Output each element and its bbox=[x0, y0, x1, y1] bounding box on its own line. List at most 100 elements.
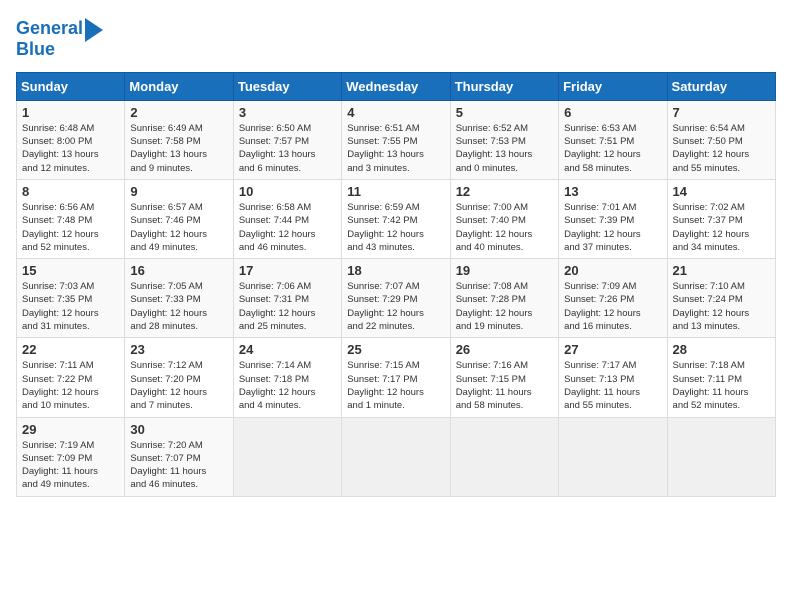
day-number: 3 bbox=[239, 105, 336, 120]
day-number: 18 bbox=[347, 263, 444, 278]
day-info: Sunrise: 6:56 AM Sunset: 7:48 PM Dayligh… bbox=[22, 201, 119, 254]
day-info: Sunrise: 6:51 AM Sunset: 7:55 PM Dayligh… bbox=[347, 122, 444, 175]
day-info: Sunrise: 7:01 AM Sunset: 7:39 PM Dayligh… bbox=[564, 201, 661, 254]
day-number: 19 bbox=[456, 263, 553, 278]
calendar-cell: 12 Sunrise: 7:00 AM Sunset: 7:40 PM Dayli… bbox=[450, 179, 558, 258]
day-info: Sunrise: 6:58 AM Sunset: 7:44 PM Dayligh… bbox=[239, 201, 336, 254]
day-number: 26 bbox=[456, 342, 553, 357]
day-info: Sunrise: 7:17 AM Sunset: 7:13 PM Dayligh… bbox=[564, 359, 661, 412]
header-thursday: Thursday bbox=[450, 72, 558, 100]
header-monday: Monday bbox=[125, 72, 233, 100]
day-number: 29 bbox=[22, 422, 119, 437]
day-info: Sunrise: 7:00 AM Sunset: 7:40 PM Dayligh… bbox=[456, 201, 553, 254]
day-number: 7 bbox=[673, 105, 770, 120]
calendar-cell bbox=[450, 417, 558, 496]
logo-text: General bbox=[16, 19, 83, 39]
day-info: Sunrise: 7:02 AM Sunset: 7:37 PM Dayligh… bbox=[673, 201, 770, 254]
day-info: Sunrise: 7:12 AM Sunset: 7:20 PM Dayligh… bbox=[130, 359, 227, 412]
day-number: 27 bbox=[564, 342, 661, 357]
header-saturday: Saturday bbox=[667, 72, 775, 100]
calendar-cell: 17Sunrise: 7:06 AM Sunset: 7:31 PM Dayli… bbox=[233, 259, 341, 338]
calendar-cell: 5Sunrise: 6:52 AM Sunset: 7:53 PM Daylig… bbox=[450, 100, 558, 179]
calendar-cell: 25Sunrise: 7:15 AM Sunset: 7:17 PM Dayli… bbox=[342, 338, 450, 417]
calendar-cell bbox=[667, 417, 775, 496]
day-number: 4 bbox=[347, 105, 444, 120]
calendar-cell: 30 Sunrise: 7:20 AM Sunset: 7:07 PM Dayli… bbox=[125, 417, 233, 496]
calendar-cell: 20 Sunrise: 7:09 AM Sunset: 7:26 PM Dayli… bbox=[559, 259, 667, 338]
day-info: Sunrise: 7:20 AM Sunset: 7:07 PM Dayligh… bbox=[130, 439, 227, 492]
calendar-cell: 4 Sunrise: 6:51 AM Sunset: 7:55 PM Daylig… bbox=[342, 100, 450, 179]
calendar-cell: 1 Sunrise: 6:48 AM Sunset: 8:00 PM Daylig… bbox=[17, 100, 125, 179]
day-info: Sunrise: 7:10 AM Sunset: 7:24 PM Dayligh… bbox=[673, 280, 770, 333]
day-info: Sunrise: 6:53 AM Sunset: 7:51 PM Dayligh… bbox=[564, 122, 661, 175]
day-info: Sunrise: 7:05 AM Sunset: 7:33 PM Dayligh… bbox=[130, 280, 227, 333]
calendar-cell: 27 Sunrise: 7:17 AM Sunset: 7:13 PM Dayli… bbox=[559, 338, 667, 417]
day-number: 20 bbox=[564, 263, 661, 278]
day-number: 2 bbox=[130, 105, 227, 120]
day-number: 15 bbox=[22, 263, 119, 278]
day-info: Sunrise: 7:09 AM Sunset: 7:26 PM Dayligh… bbox=[564, 280, 661, 333]
day-info: Sunrise: 7:18 AM Sunset: 7:11 PM Dayligh… bbox=[673, 359, 770, 412]
day-info: Sunrise: 6:59 AM Sunset: 7:42 PM Dayligh… bbox=[347, 201, 444, 254]
calendar-cell: 28 Sunrise: 7:18 AM Sunset: 7:11 PM Dayli… bbox=[667, 338, 775, 417]
calendar-cell: 24 Sunrise: 7:14 AM Sunset: 7:18 PM Dayli… bbox=[233, 338, 341, 417]
day-info: Sunrise: 6:49 AM Sunset: 7:58 PM Dayligh… bbox=[130, 122, 227, 175]
day-number: 23 bbox=[130, 342, 227, 357]
page-header: General Blue bbox=[16, 16, 776, 60]
day-info: Sunrise: 6:50 AM Sunset: 7:57 PM Dayligh… bbox=[239, 122, 336, 175]
day-number: 13 bbox=[564, 184, 661, 199]
logo-blue-text: Blue bbox=[16, 40, 55, 60]
calendar-cell: 10 Sunrise: 6:58 AM Sunset: 7:44 PM Dayli… bbox=[233, 179, 341, 258]
day-number: 1 bbox=[22, 105, 119, 120]
logo: General Blue bbox=[16, 16, 103, 60]
day-info: Sunrise: 7:08 AM Sunset: 7:28 PM Dayligh… bbox=[456, 280, 553, 333]
day-number: 12 bbox=[456, 184, 553, 199]
day-number: 22 bbox=[22, 342, 119, 357]
calendar-cell: 19 Sunrise: 7:08 AM Sunset: 7:28 PM Dayli… bbox=[450, 259, 558, 338]
day-number: 10 bbox=[239, 184, 336, 199]
calendar-cell: 23 Sunrise: 7:12 AM Sunset: 7:20 PM Dayli… bbox=[125, 338, 233, 417]
day-info: Sunrise: 7:07 AM Sunset: 7:29 PM Dayligh… bbox=[347, 280, 444, 333]
calendar-cell: 14 Sunrise: 7:02 AM Sunset: 7:37 PM Dayli… bbox=[667, 179, 775, 258]
calendar-cell: 29 Sunrise: 7:19 AM Sunset: 7:09 PM Dayli… bbox=[17, 417, 125, 496]
calendar-cell: 15 Sunrise: 7:03 AM Sunset: 7:35 PM Dayli… bbox=[17, 259, 125, 338]
day-number: 16 bbox=[130, 263, 227, 278]
calendar-cell: 18 Sunrise: 7:07 AM Sunset: 7:29 PM Dayli… bbox=[342, 259, 450, 338]
header-wednesday: Wednesday bbox=[342, 72, 450, 100]
logo-arrow-icon bbox=[85, 18, 103, 42]
header-friday: Friday bbox=[559, 72, 667, 100]
day-info: Sunrise: 7:06 AM Sunset: 7:31 PM Dayligh… bbox=[239, 280, 336, 333]
day-info: Sunrise: 7:11 AM Sunset: 7:22 PM Dayligh… bbox=[22, 359, 119, 412]
day-number: 11 bbox=[347, 184, 444, 199]
calendar-cell: 6Sunrise: 6:53 AM Sunset: 7:51 PM Daylig… bbox=[559, 100, 667, 179]
calendar-cell: 3 Sunrise: 6:50 AM Sunset: 7:57 PM Daylig… bbox=[233, 100, 341, 179]
calendar-cell: 9 Sunrise: 6:57 AM Sunset: 7:46 PM Daylig… bbox=[125, 179, 233, 258]
day-info: Sunrise: 6:48 AM Sunset: 8:00 PM Dayligh… bbox=[22, 122, 119, 175]
calendar-cell: 22 Sunrise: 7:11 AM Sunset: 7:22 PM Dayli… bbox=[17, 338, 125, 417]
calendar-cell bbox=[233, 417, 341, 496]
day-number: 21 bbox=[673, 263, 770, 278]
calendar-cell: 16 Sunrise: 7:05 AM Sunset: 7:33 PM Dayli… bbox=[125, 259, 233, 338]
day-number: 9 bbox=[130, 184, 227, 199]
header-sunday: Sunday bbox=[17, 72, 125, 100]
calendar-cell: 7 Sunrise: 6:54 AM Sunset: 7:50 PM Daylig… bbox=[667, 100, 775, 179]
day-info: Sunrise: 6:57 AM Sunset: 7:46 PM Dayligh… bbox=[130, 201, 227, 254]
calendar-cell: 13 Sunrise: 7:01 AM Sunset: 7:39 PM Dayli… bbox=[559, 179, 667, 258]
day-info: Sunrise: 6:52 AM Sunset: 7:53 PM Dayligh… bbox=[456, 122, 553, 175]
day-info: Sunrise: 7:19 AM Sunset: 7:09 PM Dayligh… bbox=[22, 439, 119, 492]
day-number: 14 bbox=[673, 184, 770, 199]
day-number: 25 bbox=[347, 342, 444, 357]
calendar-cell: 21 Sunrise: 7:10 AM Sunset: 7:24 PM Dayli… bbox=[667, 259, 775, 338]
day-number: 30 bbox=[130, 422, 227, 437]
day-info: Sunrise: 6:54 AM Sunset: 7:50 PM Dayligh… bbox=[673, 122, 770, 175]
calendar-cell bbox=[559, 417, 667, 496]
calendar-cell: 11 Sunrise: 6:59 AM Sunset: 7:42 PM Dayli… bbox=[342, 179, 450, 258]
calendar-cell: 8 Sunrise: 6:56 AM Sunset: 7:48 PM Daylig… bbox=[17, 179, 125, 258]
day-number: 8 bbox=[22, 184, 119, 199]
day-info: Sunrise: 7:14 AM Sunset: 7:18 PM Dayligh… bbox=[239, 359, 336, 412]
calendar-cell: 26Sunrise: 7:16 AM Sunset: 7:15 PM Dayli… bbox=[450, 338, 558, 417]
calendar-table: SundayMondayTuesdayWednesdayThursdayFrid… bbox=[16, 72, 776, 497]
day-info: Sunrise: 7:03 AM Sunset: 7:35 PM Dayligh… bbox=[22, 280, 119, 333]
day-number: 28 bbox=[673, 342, 770, 357]
day-number: 24 bbox=[239, 342, 336, 357]
